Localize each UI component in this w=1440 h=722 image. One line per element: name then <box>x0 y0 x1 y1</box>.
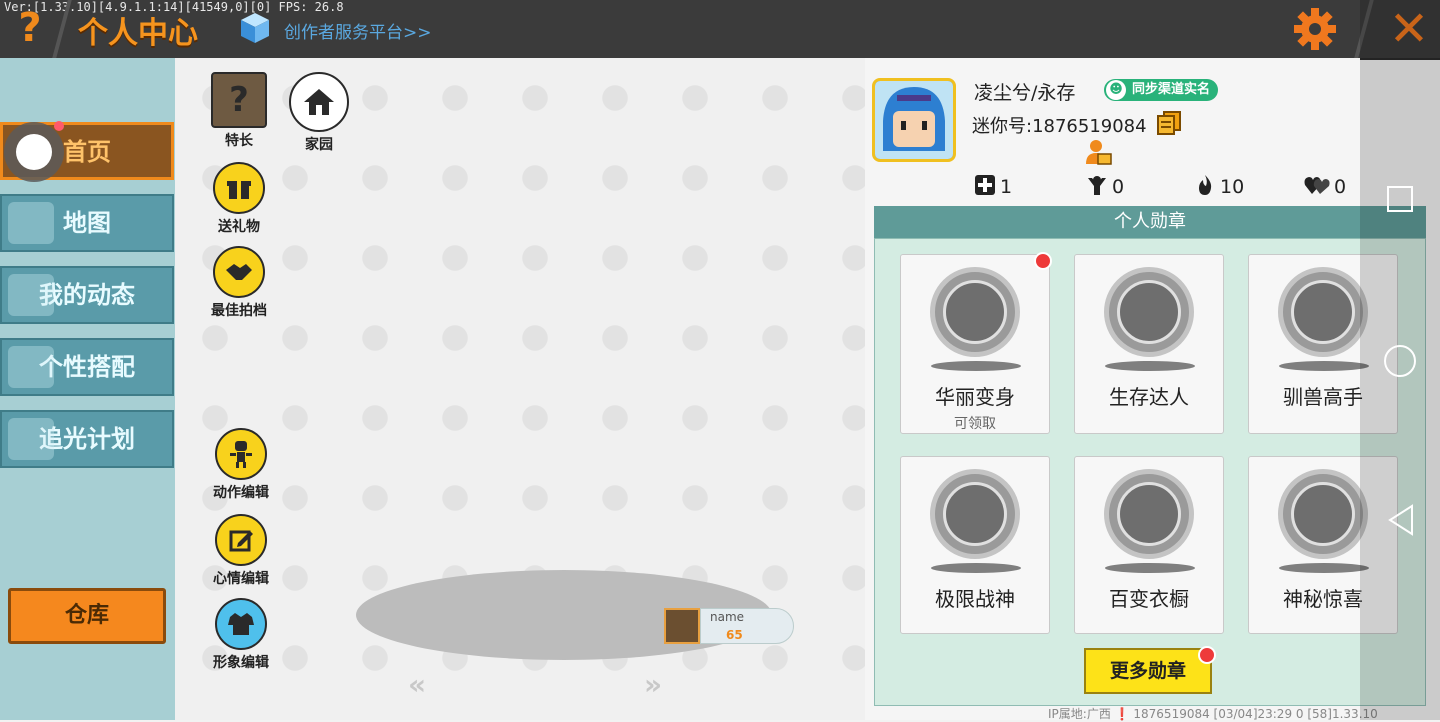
warehouse-button[interactable]: 仓库 <box>8 588 166 644</box>
badge-name: 生存达人 <box>1109 385 1189 409</box>
help-button[interactable]: ? <box>8 6 52 50</box>
rotate-left-arrow[interactable]: « <box>408 668 426 701</box>
badge-medal-icon <box>1278 469 1368 559</box>
mini-id: 迷你号:1876519084 <box>972 116 1147 137</box>
talent-button[interactable]: ? 特长 <box>204 72 274 150</box>
talent-label: 特长 <box>225 133 253 149</box>
sidebar-item-light-plan[interactable]: 追光计划 <box>0 410 174 468</box>
home-button[interactable]: 家园 <box>284 72 354 154</box>
home-nav-icon[interactable] <box>1384 345 1416 377</box>
character-portrait-frame <box>664 608 700 644</box>
motion-edit-button[interactable]: 动作编辑 <box>206 428 276 502</box>
sidebar-item-my-feed[interactable]: 我的动态 <box>0 266 174 324</box>
badge-card[interactable]: 生存达人 <box>1074 254 1224 434</box>
page-title: 个人中心 <box>78 16 198 51</box>
hearts-icon <box>1304 177 1330 194</box>
avatar[interactable] <box>872 78 956 162</box>
cheer-icon <box>1088 176 1106 195</box>
badge-card[interactable]: 极限战神 <box>900 456 1050 634</box>
sidebar-item-label: 地图 <box>63 209 111 237</box>
character-name: name <box>710 610 745 624</box>
stat-hearts-value: 0 <box>1334 176 1347 198</box>
sidebar-item-outfit[interactable]: 个性搭配 <box>0 338 174 396</box>
settings-gear-icon[interactable] <box>1290 6 1340 52</box>
plus-square-icon <box>975 175 995 195</box>
stat-add[interactable]: 1 <box>974 174 1012 198</box>
profile-card-icon[interactable] <box>1084 138 1112 166</box>
question-block-icon: ? <box>211 72 267 128</box>
user-check-icon: ☻ <box>1106 80 1126 100</box>
badge-notification-dot <box>1034 252 1052 270</box>
badge-plinth <box>1279 361 1369 371</box>
badge-name: 百变衣橱 <box>1109 587 1189 611</box>
more-badges-notification-dot <box>1198 646 1216 664</box>
badge-name: 极限战神 <box>935 587 1015 611</box>
badge-name: 华丽变身 <box>935 385 1015 409</box>
notification-dot <box>54 121 64 131</box>
username: 凌尘兮/永存 <box>974 82 1076 104</box>
badge-plinth <box>1279 563 1369 573</box>
gift-icon <box>213 162 265 214</box>
sidebar-item-map[interactable]: 地图 <box>0 194 174 252</box>
motion-edit-label: 动作编辑 <box>213 485 269 501</box>
sidebar-item-label: 首页 <box>63 138 111 166</box>
badge-medal-icon <box>1104 267 1194 357</box>
handshake-icon <box>213 246 265 298</box>
stat-hearts[interactable]: 0 <box>1304 174 1346 198</box>
outfit-shirt-icon <box>215 598 267 650</box>
bell-icon <box>8 274 54 316</box>
light-plan-icon <box>8 418 54 460</box>
copy-icon[interactable] <box>1156 110 1182 136</box>
best-partner-button[interactable]: 最佳拍档 <box>204 246 274 320</box>
stat-likes-value: 0 <box>1112 176 1125 198</box>
badge-card[interactable]: 百变衣橱 <box>1074 456 1224 634</box>
badge-status: 可领取 <box>954 416 996 432</box>
character-level: 65 <box>726 628 743 642</box>
mood-edit-label: 心情编辑 <box>213 571 269 587</box>
badge-medal-icon <box>930 469 1020 559</box>
back-nav-icon[interactable] <box>1386 504 1416 536</box>
best-partner-label: 最佳拍档 <box>211 303 267 319</box>
footer-info: IP属地:广西 ❗ 1876519084 [03/04]23:29 0 [58]… <box>1048 707 1378 721</box>
house-icon <box>289 72 349 132</box>
badges-header: 个人勋章 <box>874 206 1426 238</box>
rotate-right-arrow[interactable]: » <box>644 668 662 701</box>
floating-toggle-knob <box>16 134 52 170</box>
image-edit-label: 形象编辑 <box>213 655 269 671</box>
edit-pencil-icon <box>215 514 267 566</box>
outfit-icon <box>8 346 54 388</box>
stat-likes[interactable]: 0 <box>1086 174 1124 198</box>
image-edit-button[interactable]: 形象编辑 <box>206 598 276 672</box>
badge-plinth <box>1105 563 1195 573</box>
stat-heat[interactable]: 10 <box>1194 174 1244 198</box>
send-gift-label: 送礼物 <box>218 219 260 235</box>
badge-plinth <box>1105 361 1195 371</box>
stat-heat-value: 10 <box>1220 176 1245 198</box>
motion-figure-icon <box>215 428 267 480</box>
home-label: 家园 <box>305 137 333 153</box>
creator-cube-icon[interactable] <box>240 12 270 44</box>
stat-add-value: 1 <box>1000 176 1013 198</box>
badge-card[interactable]: 华丽变身 可领取 <box>900 254 1050 434</box>
mood-edit-button[interactable]: 心情编辑 <box>206 514 276 588</box>
badge-plinth <box>931 361 1021 371</box>
badge-plinth <box>931 563 1021 573</box>
badge-medal-icon <box>1278 267 1368 357</box>
recent-apps-icon[interactable] <box>1387 186 1413 212</box>
badge-medal-icon <box>1104 469 1194 559</box>
send-gift-button[interactable]: 送礼物 <box>204 162 274 236</box>
map-icon <box>8 202 54 244</box>
more-badges-button[interactable]: 更多勋章 <box>1084 648 1212 694</box>
creator-platform-link[interactable]: 创作者服务平台>> <box>284 18 432 43</box>
badge-medal-icon <box>930 267 1020 357</box>
flame-icon <box>1199 175 1212 195</box>
